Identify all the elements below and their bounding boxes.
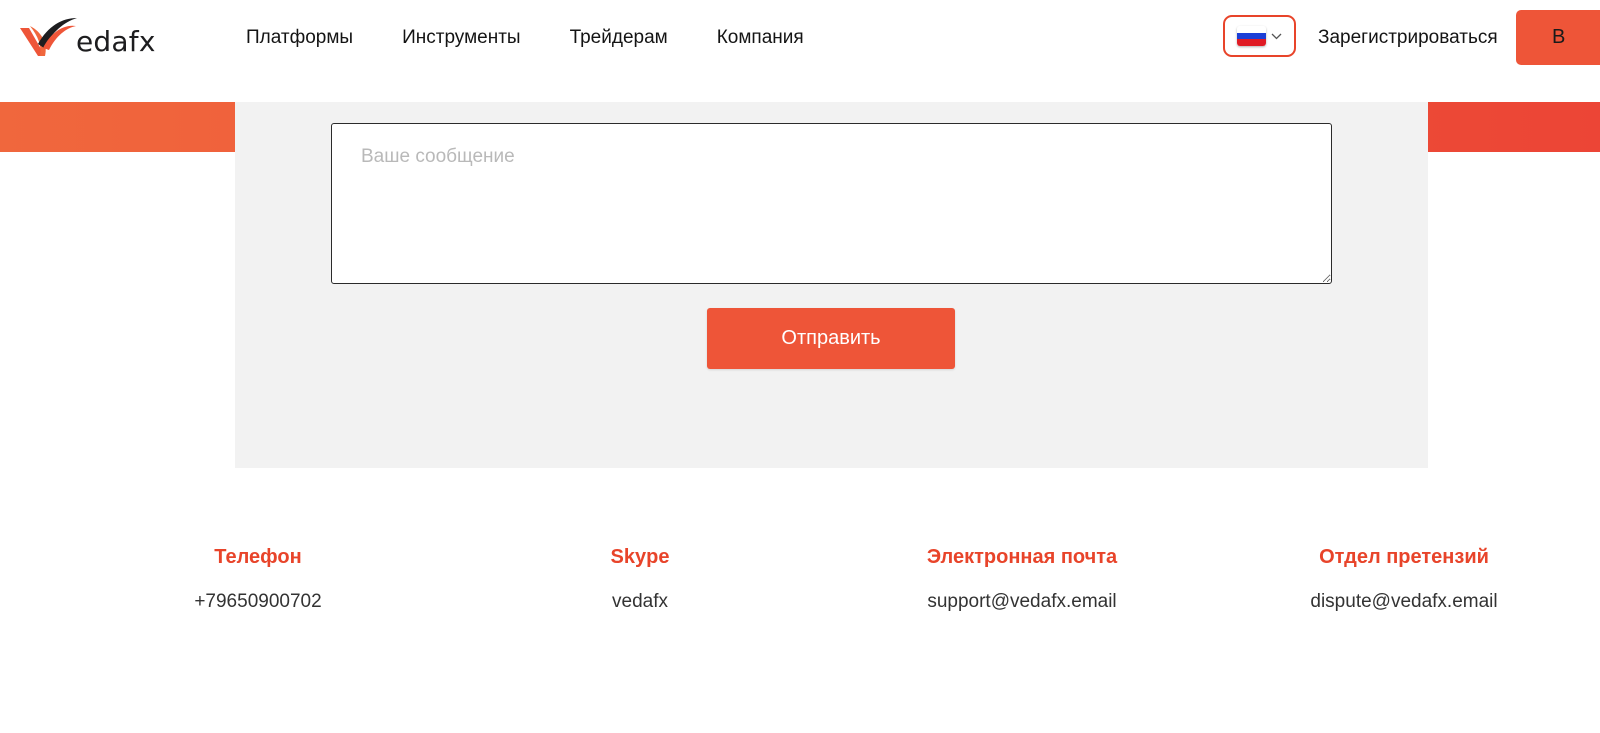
login-button[interactable]: В: [1516, 10, 1600, 65]
contact-value[interactable]: dispute@vedafx.email: [1244, 588, 1564, 616]
vedafx-logo[interactable]: edafx: [18, 14, 156, 60]
russia-flag-icon: [1237, 26, 1266, 46]
contact-title: Отдел претензий: [1319, 546, 1489, 568]
logo-v-icon: [20, 18, 77, 56]
main-nav: Платформы Инструменты Трейдерам Компания: [246, 24, 804, 52]
register-link[interactable]: Зарегистрироваться: [1318, 24, 1498, 52]
nav-item-platforms[interactable]: Платформы: [246, 24, 353, 52]
logo-text: edafx: [76, 24, 156, 58]
contact-value[interactable]: support@vedafx.email: [862, 588, 1182, 616]
contact-phone: Телефон +79650900702: [98, 543, 418, 616]
nav-item-company[interactable]: Компания: [717, 24, 804, 52]
site-header: edafx Платформы Инструменты Трейдерам Ко…: [0, 0, 1600, 102]
nav-item-traders[interactable]: Трейдерам: [570, 24, 668, 52]
contact-title: Телефон: [214, 546, 302, 568]
send-button[interactable]: Отправить: [707, 308, 955, 369]
language-selector[interactable]: [1223, 15, 1296, 57]
message-textarea[interactable]: [331, 123, 1332, 284]
contact-skype: Skype vedafx: [480, 543, 800, 616]
contact-dispute: Отдел претензий dispute@vedafx.email: [1244, 543, 1564, 616]
chevron-down-icon: [1270, 30, 1282, 42]
contact-title: Электронная почта: [926, 546, 1118, 568]
contact-value[interactable]: +79650900702: [98, 588, 418, 616]
contact-form-panel: Отправить: [235, 102, 1428, 468]
contact-email: Электронная почта support@vedafx.email: [862, 543, 1182, 616]
nav-item-instruments[interactable]: Инструменты: [402, 24, 520, 52]
contact-title: Skype: [610, 546, 670, 568]
contact-value[interactable]: vedafx: [480, 588, 800, 616]
